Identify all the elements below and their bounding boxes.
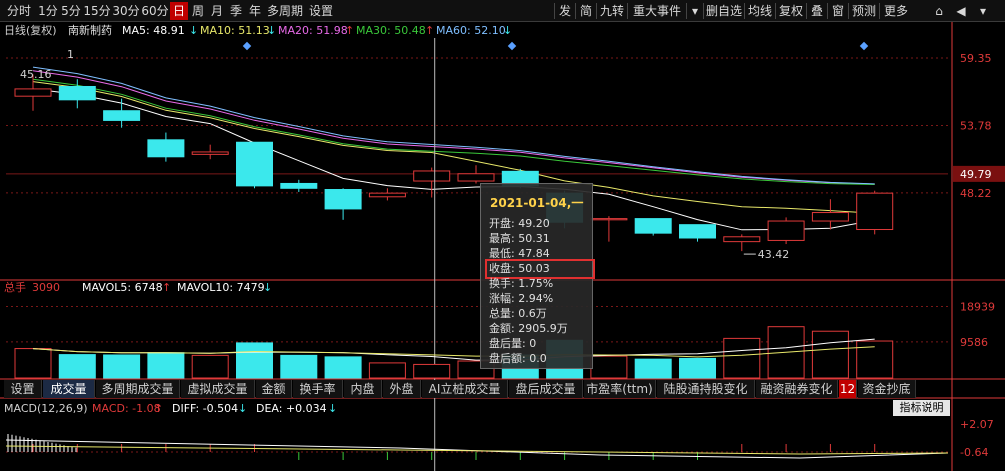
volume-value: 3090 — [32, 281, 60, 294]
data-tooltip: 2021-01-04,一 开盘: 49.20 最高: 50.31 最低: 47.84… — [480, 183, 595, 369]
candle-body — [413, 170, 451, 182]
volume-bar — [280, 354, 318, 379]
indicator-tab-0[interactable]: 设置 — [4, 380, 42, 398]
tooltip-date: 2021-01-04,一 — [490, 196, 584, 210]
candle-body — [856, 192, 894, 231]
volume-tick-label: 9586 — [960, 336, 988, 349]
candle-body — [590, 218, 628, 221]
price-tick-label: 59.35 — [960, 52, 992, 65]
indicator-tab-1[interactable]: 成交量 — [43, 380, 95, 398]
indicator-tab-9[interactable]: 盘后成交量 — [509, 380, 583, 398]
volume-bar — [14, 348, 52, 379]
high-price-label: 45.16 — [20, 68, 52, 81]
candle-body — [368, 192, 406, 198]
volume-bar — [58, 354, 96, 379]
tooltip-row: 金额: 2905.9万 — [489, 322, 568, 335]
volume-bar — [634, 358, 672, 379]
indicator-tab-3[interactable]: 虚拟成交量 — [181, 380, 255, 398]
tooltip-row: 开盘: 49.20 — [489, 217, 550, 230]
ma-label-2: MA20: 51.98 — [278, 24, 348, 37]
indicator-tab-8[interactable]: AI立桩成交量 — [422, 380, 508, 398]
candle-body — [811, 212, 849, 222]
indicator-tab-6[interactable]: 内盘 — [344, 380, 382, 398]
candle-body — [58, 85, 96, 101]
tooltip-row: 涨幅: 2.94% — [489, 292, 554, 305]
price-tick-label: 48.22 — [960, 187, 992, 200]
candle-body — [679, 224, 716, 239]
macd-arrow-2: ↓ — [328, 402, 337, 415]
indicator-tab-11[interactable]: 陆股通持股变化 — [657, 380, 755, 398]
tooltip-row: 收盘: 50.03 — [489, 262, 550, 275]
volume-bar — [103, 354, 141, 379]
candle-body — [634, 218, 672, 234]
ma-label-0: MA5: 48.91 — [122, 24, 185, 37]
volume-tick-label: 18939 — [960, 301, 995, 314]
tooltip-row: 最高: 50.31 — [489, 232, 550, 245]
volume-arrow-0: ↑ — [162, 281, 171, 294]
volume-arrow-1: ↓ — [263, 281, 272, 294]
ma-arrow-1: ↓ — [267, 24, 276, 37]
volume-title: 总手 — [4, 280, 26, 294]
volume-bar — [324, 356, 362, 379]
macd-indicator-2: DEA: +0.034 — [256, 402, 327, 415]
macd-arrow-0: ↑ — [154, 402, 163, 415]
volume-indicator-0: MAVOL5: 6748 — [82, 281, 163, 294]
volume-bar — [590, 355, 628, 379]
candle-body — [457, 173, 495, 182]
chart-kind-label: 日线(复权) — [4, 23, 57, 37]
indicator-tab-2[interactable]: 多周期成交量 — [96, 380, 180, 398]
tooltip-row: 换手: 1.75% — [489, 277, 554, 290]
candle-body — [324, 189, 362, 210]
candle-body — [147, 139, 185, 158]
candle-body — [103, 110, 141, 121]
macd-indicator-1: DIFF: -0.504 — [172, 402, 238, 415]
candle-body — [723, 236, 761, 243]
volume-bar — [856, 340, 894, 379]
ma-label-1: MA10: 51.13 — [200, 24, 270, 37]
volume-indicator-1: MAVOL10: 7479 — [177, 281, 265, 294]
ma-arrow-0: ↓ — [189, 24, 198, 37]
stock-name-label: 南新制药 — [68, 23, 112, 37]
volume-bar — [679, 357, 716, 379]
indicator-tab-12[interactable]: 融资融券变化 — [756, 380, 838, 398]
tooltip-row: 盘后量: 0 — [489, 337, 537, 350]
volume-bar — [368, 362, 406, 379]
volume-bar — [723, 337, 761, 379]
volume-bar — [811, 330, 849, 379]
ma-arrow-2: ↑ — [345, 24, 354, 37]
indicator-explain-button[interactable]: 指标说明 — [893, 400, 950, 416]
macd-tick-label: -0.64 — [960, 446, 988, 459]
tooltip-row: 总量: 0.6万 — [489, 307, 547, 320]
indicator-tab-7[interactable]: 外盘 — [383, 380, 421, 398]
ma-arrow-3: ↑ — [425, 24, 434, 37]
indicator-tab-5[interactable]: 换手率 — [293, 380, 343, 398]
candle-body — [14, 88, 52, 97]
low-price-label: 43.42 — [758, 248, 790, 261]
ma-label-4: MA60: 52.10 — [436, 24, 506, 37]
indicator-tab-4[interactable]: 金额 — [256, 380, 292, 398]
tooltip-row: 最低: 47.84 — [489, 247, 550, 260]
price-tick-label: 53.78 — [960, 120, 992, 133]
volume-bar — [236, 342, 273, 379]
candle-body — [767, 220, 805, 241]
ma-label-3: MA30: 50.48 — [356, 24, 426, 37]
volume-bar — [191, 354, 229, 379]
volume-bar — [147, 352, 185, 379]
price-tick-label: 49.79 — [960, 168, 992, 181]
candle-body — [236, 141, 273, 187]
ma-arrow-4: ↓ — [503, 24, 512, 37]
candle-body — [280, 182, 318, 189]
indicator-tab-10[interactable]: 市盈率(ttm) — [584, 380, 656, 398]
volume-bar — [413, 363, 451, 379]
macd-tick-label: +2.07 — [960, 418, 994, 431]
candle-body — [191, 151, 229, 155]
macd-indicator-0: MACD: -1.08 — [92, 402, 161, 415]
high-marker-label: 1 — [67, 48, 74, 61]
macd-arrow-1: ↓ — [238, 402, 247, 415]
indicator-tab-13[interactable]: 12 — [839, 380, 857, 398]
macd-title: MACD(12,26,9) — [4, 402, 88, 415]
indicator-tab-14[interactable]: 资金抄底 — [858, 380, 916, 398]
tooltip-row: 盘后额: 0.0 — [489, 352, 547, 365]
